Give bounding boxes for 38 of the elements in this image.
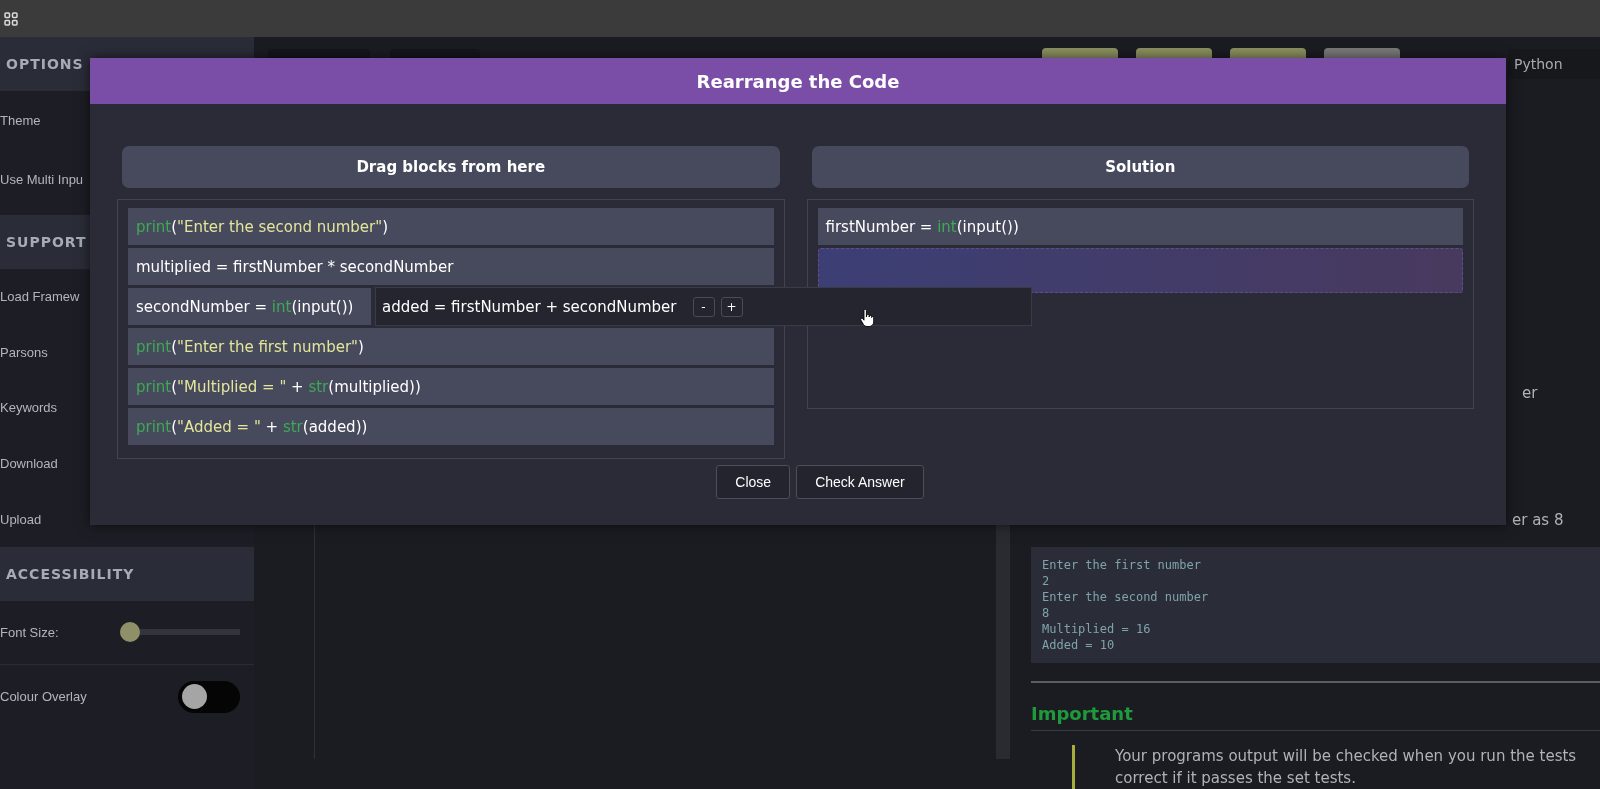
text-fragment: er xyxy=(1522,384,1538,403)
option-label: Parsons xyxy=(0,344,48,360)
code-block[interactable]: print("Multiplied = " + str(multiplied)) xyxy=(128,368,774,405)
option-label: Colour Overlay xyxy=(0,689,87,705)
text-fragment: er as 8 xyxy=(1512,511,1564,530)
code-block[interactable]: print("Enter the second number") xyxy=(128,208,774,245)
dialog-button[interactable]: Check Answer xyxy=(796,465,924,499)
modal-title: Rearrange the Code xyxy=(90,58,1506,104)
output-line: Multiplied = 16 xyxy=(1042,621,1152,638)
option-label: Theme xyxy=(0,113,41,128)
code-block[interactable]: multiplied = firstNumber * secondNumber xyxy=(128,248,774,285)
code-block[interactable]: print("Added = " + str(added)) xyxy=(128,408,774,445)
code-block[interactable]: secondNumber = int(input()) xyxy=(128,288,371,325)
panel-header: Solution xyxy=(811,146,1469,188)
note-text: Your programs output will be checked when you run the tests xyxy=(1115,746,1578,767)
option-label: Download xyxy=(0,456,58,472)
dragged-block[interactable]: added = firstNumber + secondNumber - + xyxy=(375,287,1032,326)
output-line: Added = 10 xyxy=(1042,637,1116,654)
output-line: Enter the second number xyxy=(1042,589,1210,606)
minus-button[interactable]: - xyxy=(692,296,715,317)
code-block[interactable]: firstNumber = int(input()) xyxy=(817,208,1463,245)
section-header: ACCESSIBILITY xyxy=(0,546,254,601)
option-label: Use Multi Inpu xyxy=(0,172,84,187)
code-block[interactable]: print("Enter the first number") xyxy=(128,328,774,365)
output-line: 8 xyxy=(1042,605,1051,622)
output-line: 2 xyxy=(1042,573,1051,590)
code-text: added = firstNumber + secondNumber xyxy=(382,297,677,316)
output-line: Enter the first number xyxy=(1042,557,1202,574)
option-label: Keywords xyxy=(0,400,58,416)
language-select[interactable]: Python xyxy=(1508,49,1600,80)
note-text: correct if it passes the set tests. xyxy=(1115,768,1357,789)
option-label: Load Framew xyxy=(0,289,80,305)
panel-header: Drag blocks from here xyxy=(122,146,780,188)
option-label: Font Size: xyxy=(0,624,59,640)
section-heading: Important xyxy=(1031,703,1600,731)
dialog-button[interactable]: Close xyxy=(716,465,791,499)
option-label: Upload xyxy=(0,511,42,527)
plus-button[interactable]: + xyxy=(720,296,743,317)
